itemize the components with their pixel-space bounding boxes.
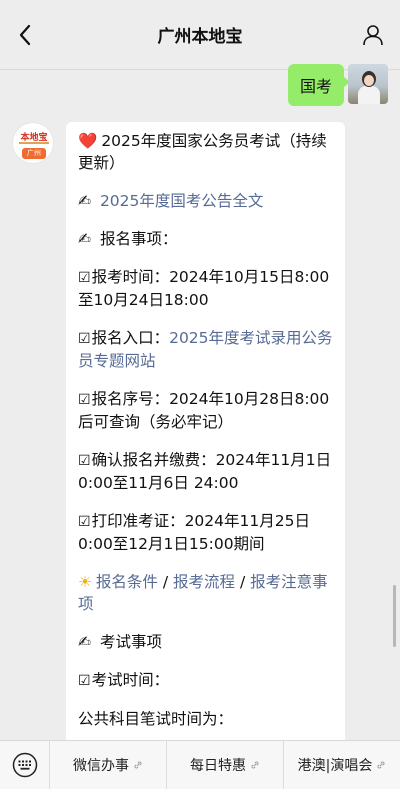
print-line: ☑打印准考证：2024年11月25日0:00至12月1日15:00期间 [78,510,333,555]
profile-button[interactable] [358,20,388,50]
checkbox-icon: ☑ [78,392,91,408]
flow-link[interactable]: 报考流程 [173,573,235,591]
bottom-menu-bar: 微信办事 每日特惠 港澳|演唱会 [0,740,400,789]
user-avatar[interactable] [348,64,388,104]
menu-item-daily-deals[interactable]: 每日特惠 [167,740,284,789]
logo-sub: 广州 [22,148,46,159]
links-line: ☀ 报名条件 / 报考流程 / 报考注意事项 [78,571,333,615]
menu-item-wechat-services[interactable]: 微信办事 [50,740,167,789]
keyboard-toggle-button[interactable] [0,740,50,789]
menu-item-label: 微信办事 [73,758,129,774]
outgoing-message[interactable]: 国考 [287,64,351,106]
checkbox-icon: ☑ [78,514,91,530]
writing-hand-icon: ✍ [78,633,91,651]
public-subjects-line: 公共科目笔试时间为： [78,708,333,730]
separator: / [235,573,251,591]
print-ticket: 打印准考证：2024年11月25日0:00至12月1日15:00期间 [78,512,310,553]
confirm-pay: 确认报名并缴费：2024年11月1日0:00至11月6日 24:00 [78,451,332,492]
checkbox-icon: ☑ [78,331,91,347]
chat-header: 广州本地宝 [0,0,400,70]
menu-item-label: 港澳|演唱会 [297,758,373,774]
exam-time-line: ☑考试时间： [78,669,333,692]
scrollbar[interactable] [393,585,396,647]
sun-icon: ☀ [78,573,92,591]
writing-hand-icon: ✍ [78,230,91,248]
menu-item-hk-macau-concerts[interactable]: 港澳|演唱会 [284,741,400,789]
checkbox-icon: ☑ [78,270,91,286]
public-subjects: 公共科目笔试时间为： [78,710,234,728]
article-title-line: ❤️ 2025年度国家公务员考试（持续更新） [78,130,333,174]
incoming-message: ❤️ 2025年度国家公务员考试（持续更新） ✍ 2025年度国考公告全文 ✍ 报… [66,122,345,762]
exam-time: 考试时间： [91,671,170,689]
official-account-avatar[interactable]: 本地宝 广州 [12,122,54,164]
entry-label: 报名入口： [91,329,170,347]
reg-time-line: ☑报考时间：2024年10月15日8:00至10月24日18:00 [78,266,333,311]
serial-line: ☑报名序号：2024年10月28日8:00后可查询（务必牢记） [78,388,333,433]
article-title: 2025年度国家公务员考试（持续更新） [78,132,327,172]
chat-title: 广州本地宝 [157,27,243,47]
checkbox-icon: ☑ [78,453,91,469]
heart-icon: ❤️ [78,132,98,150]
link-icon [377,761,385,769]
writing-hand-icon: ✍ [78,192,91,210]
person-icon [363,25,383,46]
registration-heading: 报名事项： [99,230,178,248]
reg-time: 报考时间：2024年10月15日8:00至10月24日18:00 [78,268,330,309]
separator: / [157,573,173,591]
confirm-line: ☑确认报名并缴费：2024年11月1日0:00至11月6日 24:00 [78,449,333,494]
announcement-link[interactable]: 2025年度国考公告全文 [100,192,263,210]
exam-heading: 考试事项 [99,633,162,651]
link-icon [251,761,259,769]
registration-heading-line: ✍ 报名事项： [78,228,333,250]
conditions-link[interactable]: 报名条件 [96,573,158,591]
announcement-line: ✍ 2025年度国考公告全文 [78,190,333,212]
exam-heading-line: ✍ 考试事项 [78,631,333,653]
menu-item-label: 每日特惠 [190,758,246,774]
checkbox-icon: ☑ [78,673,91,689]
link-icon [134,761,142,769]
serial-no: 报名序号：2024年10月28日8:00后可查询（务必牢记） [78,390,330,431]
keyboard-icon [12,752,37,778]
entry-line: ☑报名入口：2025年度考试录用公务员专题网站 [78,327,333,372]
